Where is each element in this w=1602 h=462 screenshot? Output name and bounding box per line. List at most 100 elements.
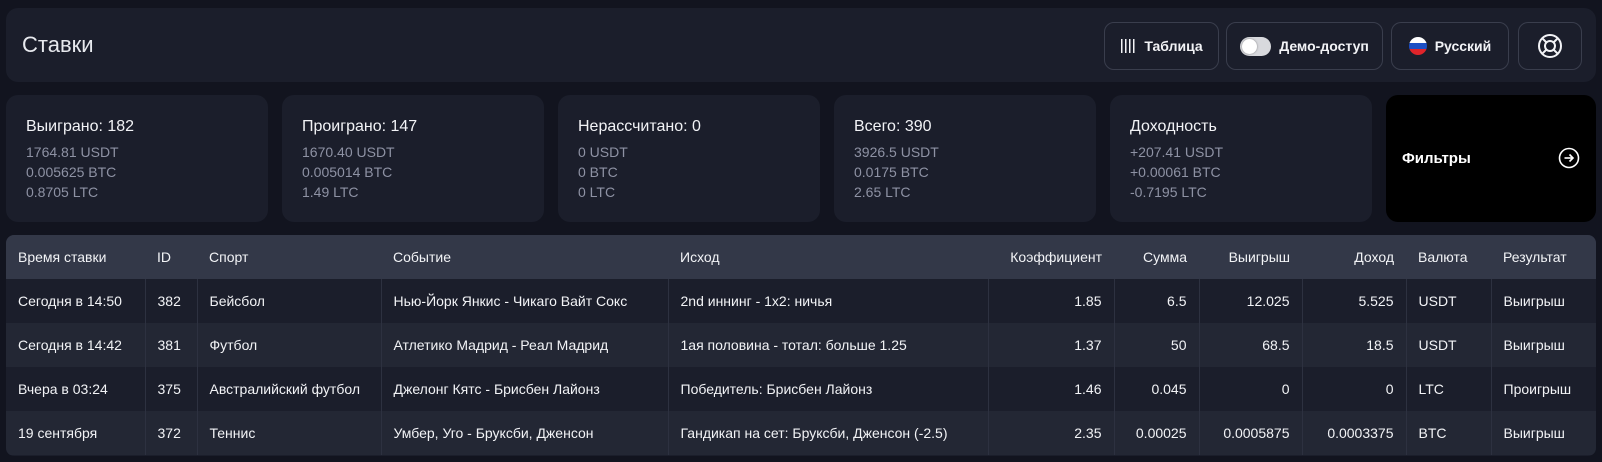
arrow-right-circle-icon [1558,147,1580,169]
stat-title: Всего: 390 [854,118,932,135]
cell-odds: 1.37 [988,323,1115,367]
stat-line: +207.41 USDT [1130,144,1223,160]
cell-id: 375 [145,367,198,411]
filters-label: Фильтры [1402,150,1471,167]
cell-profit: 5.525 [1302,279,1407,323]
demo-access-button[interactable]: Демо-доступ [1226,22,1383,70]
cell-sport: Австралийский футбол [197,367,382,411]
cell-id: 382 [145,279,198,323]
header-bar: Ставки Таблица Демо-доступ Русский [6,8,1596,82]
cell-currency: USDT [1406,279,1492,323]
cell-currency: BTC [1406,411,1492,455]
cell-odds: 1.85 [988,279,1115,323]
stat-line: 0.005014 BTC [302,164,393,180]
table-row[interactable]: 19 сентября 372 Теннис Умбер, Уго - Брук… [6,411,1596,455]
cell-result: Выигрыш [1503,337,1565,353]
stat-card-total: Всего: 390 3926.5 USDT 0.0175 BTC 2.65 L… [834,95,1096,222]
table-icon [1121,39,1135,53]
cell-currency: USDT [1406,323,1492,367]
bets-table: Время ставки ID Спорт Событие Исход Коэф… [6,235,1596,456]
cell-result: Выигрыш [1503,425,1565,441]
cell-sport: Теннис [197,411,382,455]
column-header[interactable]: Исход [668,235,988,279]
cell-payout: 0 [1199,367,1303,411]
stat-card-profit: Доходность +207.41 USDT +0.00061 BTC -0.… [1110,95,1372,222]
language-button[interactable]: Русский [1391,22,1509,70]
cell-time: 19 сентября [6,411,146,455]
demo-access-label: Демо-доступ [1279,38,1369,54]
help-button[interactable] [1518,22,1582,70]
cell-id: 372 [145,411,198,455]
table-view-label: Таблица [1144,38,1203,54]
column-header[interactable]: Сумма [1114,235,1199,279]
cell-event: Атлетико Мадрид - Реал Мадрид [381,323,669,367]
cell-odds: 1.46 [988,367,1115,411]
cell-sport: Бейсбол [197,279,382,323]
stat-line: 0 LTC [578,184,616,200]
language-label: Русский [1434,38,1492,54]
column-header[interactable]: Время ставки [6,235,145,279]
stat-card-lost: Проиграно: 147 1670.40 USDT 0.005014 BTC… [282,95,544,222]
cell-outcome: 1ая половина - тотал: больше 1.25 [668,323,989,367]
cell-profit: 0 [1302,367,1407,411]
column-header[interactable]: ID [145,235,197,279]
cell-payout: 12.025 [1199,279,1303,323]
table-header-row: Время ставки ID Спорт Событие Исход Коэф… [6,235,1596,279]
table-row[interactable]: Сегодня в 14:50 382 Бейсбол Нью-Йорк Янк… [6,279,1596,323]
stat-line: +0.00061 BTC [1130,164,1221,180]
stat-line: 0.8705 LTC [26,184,99,200]
cell-result: Проигрыш [1503,381,1572,397]
stat-title: Проиграно: 147 [302,118,418,135]
stat-title: Выиграно: 182 [26,118,135,135]
cell-payout: 68.5 [1199,323,1303,367]
cell-odds: 2.35 [988,411,1115,455]
stat-line: 2.65 LTC [854,184,911,200]
stat-line: -0.7195 LTC [1130,184,1207,200]
table-view-button[interactable]: Таблица [1104,22,1219,70]
filters-button[interactable]: Фильтры [1386,95,1596,222]
column-header[interactable]: Событие [381,235,668,279]
cell-stake: 0.00025 [1114,411,1200,455]
stat-line: 1.49 LTC [302,184,359,200]
cell-sport: Футбол [197,323,382,367]
cell-event: Умбер, Уго - Бруксби, Дженсон [381,411,669,455]
cell-outcome: Гандикап на сет: Бруксби, Дженсон (-2.5) [668,411,989,455]
stat-card-won: Выиграно: 182 1764.81 USDT 0.005625 BTC … [6,95,268,222]
cell-result: Выигрыш [1503,293,1565,309]
cell-stake: 6.5 [1114,279,1200,323]
cell-stake: 0.045 [1114,367,1200,411]
stat-line: 1764.81 USDT [26,144,119,160]
column-header[interactable]: Коэффициент [988,235,1114,279]
cell-profit: 0.0003375 [1302,411,1407,455]
column-header[interactable]: Выигрыш [1199,235,1302,279]
stat-card-unsettled: Нерассчитано: 0 0 USDT 0 BTC 0 LTC [558,95,820,222]
stat-line: 1670.40 USDT [302,144,395,160]
column-header[interactable]: Валюта [1406,235,1491,279]
stat-line: 0.0175 BTC [854,164,929,180]
page-title: Ставки [22,32,94,57]
stat-line: 0 USDT [578,144,628,160]
cell-stake: 50 [1114,323,1200,367]
stat-line: 0.005625 BTC [26,164,117,180]
stat-title: Нерассчитано: 0 [578,118,701,135]
cell-id: 381 [145,323,198,367]
column-header[interactable]: Спорт [197,235,381,279]
cell-currency: LTC [1406,367,1492,411]
russia-flag-icon [1408,37,1427,55]
toggle-icon[interactable] [1240,36,1272,56]
cell-profit: 18.5 [1302,323,1407,367]
column-header[interactable]: Результат [1491,235,1596,279]
column-header[interactable]: Доход [1302,235,1406,279]
table-row[interactable]: Сегодня в 14:42 381 Футбол Атлетико Мадр… [6,323,1596,367]
cell-event: Нью-Йорк Янкис - Чикаго Вайт Сокс [381,279,669,323]
cell-outcome: 2nd иннинг - 1x2: ничья [668,279,989,323]
lifebuoy-icon [1538,34,1562,58]
table-row[interactable]: Вчера в 03:24 375 Австралийский футбол Д… [6,367,1596,411]
stat-line: 3926.5 USDT [854,144,939,160]
cell-outcome: Победитель: Брисбен Лайонз [668,367,989,411]
cell-event: Джелонг Кятс - Брисбен Лайонз [381,367,669,411]
cell-time: Сегодня в 14:42 [6,323,146,367]
cell-time: Сегодня в 14:50 [6,279,146,323]
cell-payout: 0.0005875 [1199,411,1303,455]
stat-title: Доходность [1130,118,1217,135]
